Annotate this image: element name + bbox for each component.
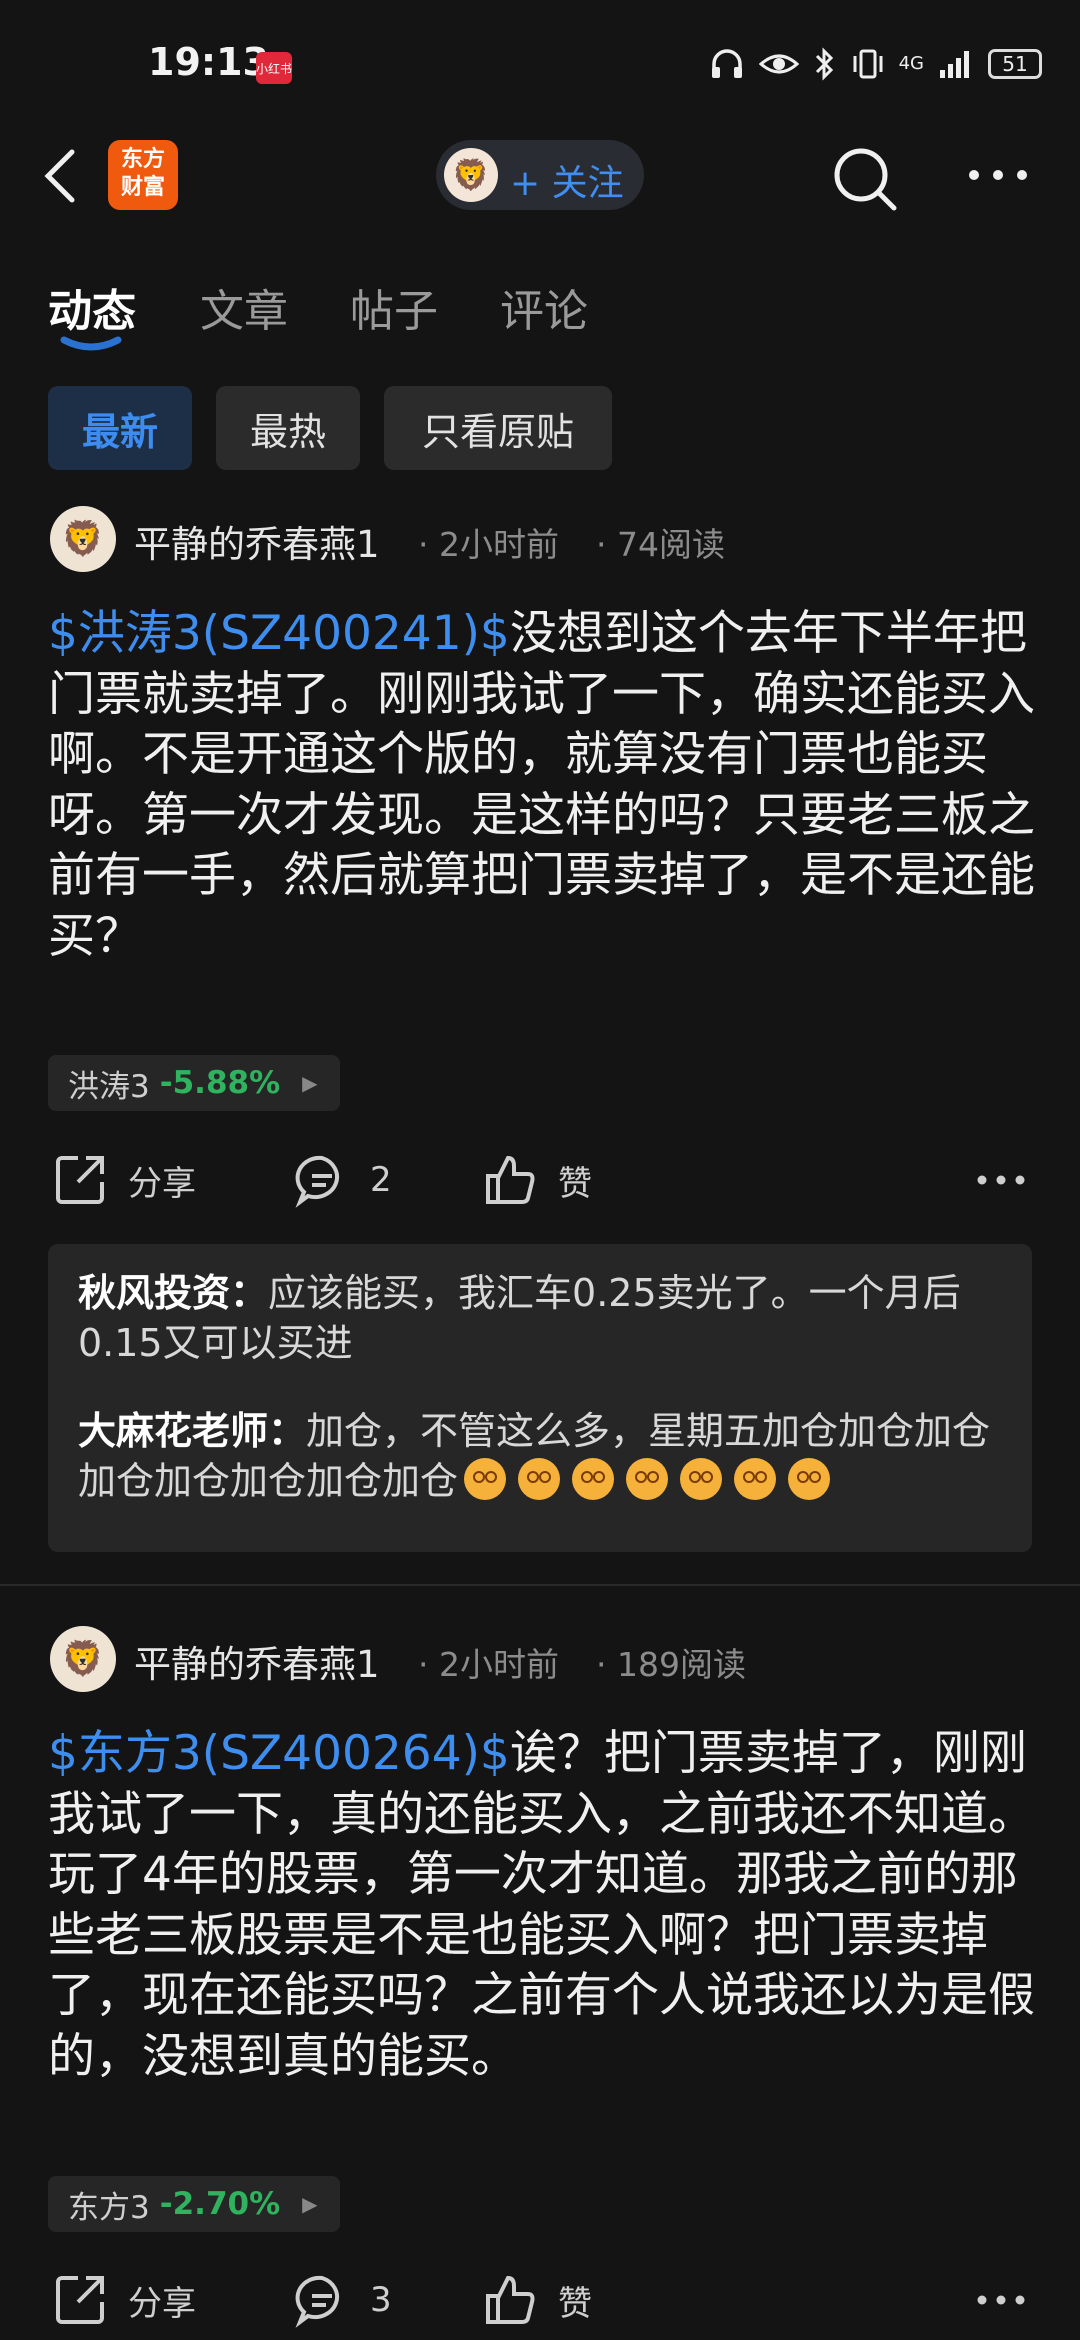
search-icon[interactable]: [832, 146, 898, 212]
status-bar: 19:13 小红书 4G 51: [0, 0, 1080, 130]
post-divider: [0, 1584, 1080, 1586]
comment-button[interactable]: 2: [294, 1152, 392, 1208]
vibrate-icon: [853, 49, 883, 79]
blush-emoji-icon: [518, 1458, 561, 1500]
active-tab-indicator: [60, 336, 122, 351]
share-label: 分享: [128, 1163, 196, 1204]
share-icon: [56, 2276, 104, 2324]
battery-indicator: 51: [988, 49, 1042, 79]
blush-emoji-icon: [788, 1458, 831, 1500]
signal-icon: [940, 51, 969, 78]
post-content[interactable]: $东方3(SZ400264)$诶？把门票卖掉了，刚刚我试了一下，真的还能买入，之…: [48, 1724, 1038, 2087]
tab-dynamics[interactable]: 动态: [48, 275, 136, 339]
post-time: · 2小时前: [418, 1645, 559, 1684]
post-more-icon[interactable]: [976, 1172, 1026, 1188]
filter-latest[interactable]: 最新: [48, 386, 192, 470]
like-button[interactable]: 赞: [482, 1152, 592, 1208]
blush-emoji-icon: [626, 1458, 669, 1500]
network-type: 4G: [898, 53, 924, 74]
headphones-icon: [711, 49, 742, 78]
chevron-right-icon: ▶: [302, 2192, 318, 2216]
stock-change: -5.88%: [159, 1065, 281, 1101]
comment-button[interactable]: 3: [294, 2272, 392, 2328]
stock-name: 东方3: [68, 2189, 150, 2226]
author-name[interactable]: 平静的乔春燕1: [134, 1634, 380, 1688]
comment-icon: [295, 2275, 340, 2328]
blush-emoji-icon: [464, 1458, 507, 1500]
comment-preview-box[interactable]: 秋风投资：应该能买，我汇车0.25卖光了。一个月后0.15又可以买进 大麻花老师…: [48, 1244, 1032, 1552]
filter-hottest[interactable]: 最热: [216, 386, 360, 470]
share-button[interactable]: 分享: [52, 1152, 196, 1208]
lion-avatar-icon: 🦁: [444, 148, 498, 202]
share-label: 分享: [128, 2283, 196, 2324]
author-avatar[interactable]: 🦁: [50, 506, 116, 572]
share-icon: [56, 1156, 104, 1204]
post-more-icon[interactable]: [976, 2292, 1026, 2308]
follow-label: + 关注: [510, 163, 624, 204]
like-label: 赞: [558, 2283, 592, 2324]
post-content[interactable]: $洪涛3(SZ400241)$没想到这个去年下半年把门票就卖掉了。刚刚我试了一下…: [48, 604, 1038, 967]
comment-item[interactable]: 大麻花老师：加仓，不管这么多，星期五加仓加仓加仓加仓加仓加仓加仓加仓: [78, 1406, 1012, 1506]
comment-user[interactable]: 大麻花老师：: [78, 1409, 306, 1453]
like-label: 赞: [558, 1163, 592, 1204]
blush-emoji-icon: [572, 1458, 615, 1500]
emoji-row: [464, 1458, 842, 1503]
thumbs-up-icon: [486, 2275, 535, 2324]
status-icons: 4G 51: [709, 46, 1042, 82]
tab-posts[interactable]: 帖子: [350, 275, 438, 339]
more-options-icon[interactable]: [966, 160, 1030, 190]
post-time: · 2小时前: [418, 525, 559, 564]
filter-original-only[interactable]: 只看原贴: [384, 386, 612, 470]
tab-articles[interactable]: 文章: [200, 275, 288, 339]
logo-text-line1: 东方: [120, 147, 165, 172]
comment-user[interactable]: 秋风投资：: [78, 1271, 268, 1315]
tab-comments[interactable]: 评论: [500, 275, 588, 339]
like-button[interactable]: 赞: [482, 2272, 592, 2328]
share-button[interactable]: 分享: [52, 2272, 196, 2328]
eye-icon: [758, 54, 799, 74]
notification-app-icon: 小红书: [256, 52, 292, 84]
post-reads: · 189阅读: [596, 1645, 746, 1684]
author-name[interactable]: 平静的乔春燕1: [134, 514, 380, 568]
follow-button[interactable]: 🦁 + 关注: [436, 140, 644, 210]
bluetooth-icon: [815, 47, 833, 81]
stock-quote-chip[interactable]: 东方3 -2.70% ▶: [48, 2176, 340, 2232]
back-icon[interactable]: [36, 146, 86, 206]
stock-change: -2.70%: [159, 2186, 281, 2222]
comment-count: 3: [370, 2280, 392, 2320]
blush-emoji-icon: [680, 1458, 723, 1500]
thumbs-up-icon: [486, 1155, 535, 1204]
comment-icon: [295, 1155, 340, 1208]
stock-cashtag[interactable]: $东方3(SZ400264)$: [48, 1726, 510, 1781]
comment-item[interactable]: 秋风投资：应该能买，我汇车0.25卖光了。一个月后0.15又可以买进: [78, 1268, 1012, 1368]
post-reads: · 74阅读: [596, 525, 725, 564]
blush-emoji-icon: [734, 1458, 777, 1500]
stock-name: 洪涛3: [68, 1068, 150, 1105]
comment-count: 2: [370, 1160, 392, 1200]
author-avatar[interactable]: 🦁: [50, 1626, 116, 1692]
chevron-right-icon: ▶: [302, 1071, 318, 1095]
app-logo: 东方 财富: [108, 140, 178, 210]
status-time: 19:13: [148, 40, 269, 84]
stock-cashtag[interactable]: $洪涛3(SZ400241)$: [48, 606, 510, 661]
logo-text-line2: 财富: [120, 175, 165, 200]
stock-quote-chip[interactable]: 洪涛3 -5.88% ▶: [48, 1055, 340, 1111]
